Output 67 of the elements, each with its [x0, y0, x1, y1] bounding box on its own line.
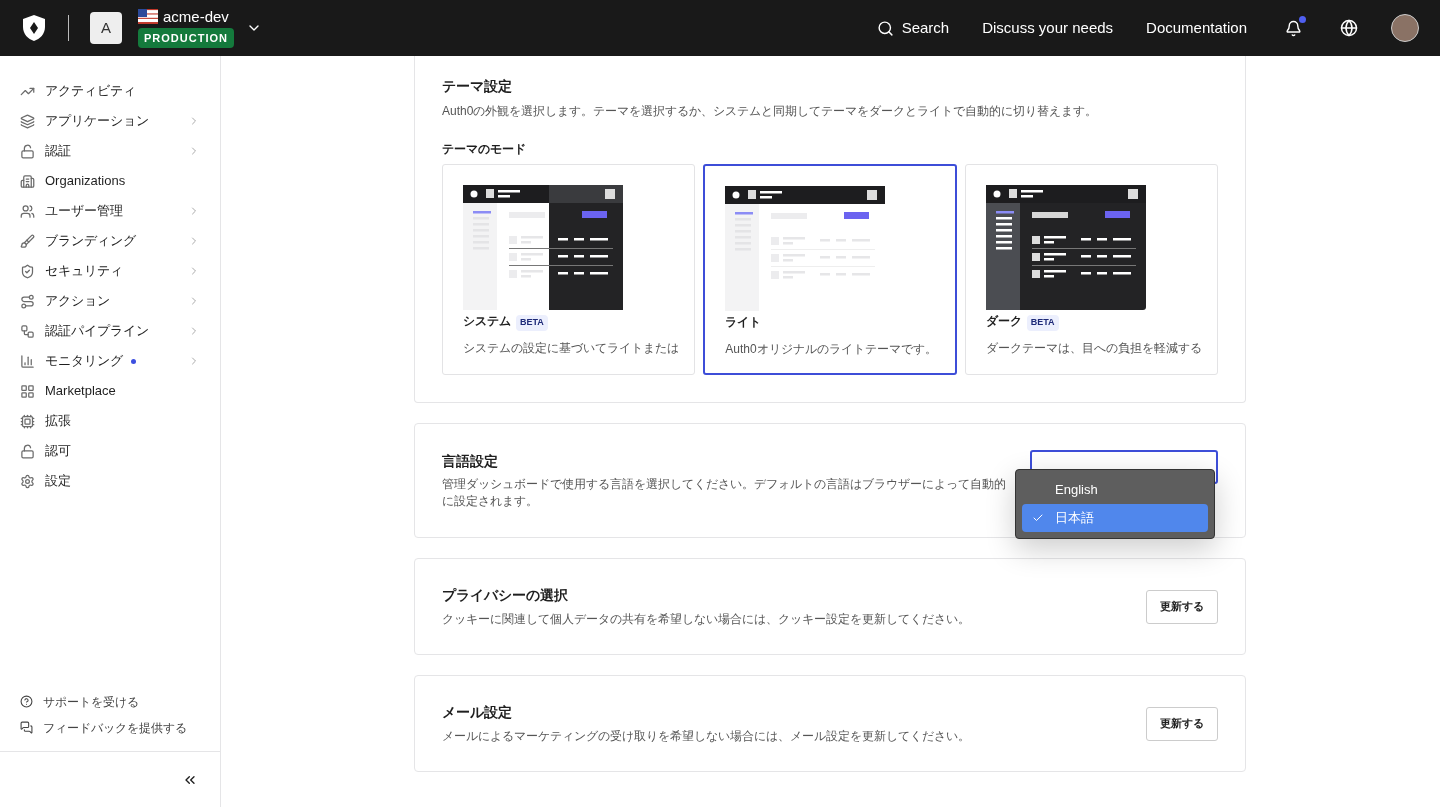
grid-icon	[20, 383, 35, 399]
settings-icon	[20, 473, 35, 489]
section-title: メール設定	[442, 703, 513, 722]
sidebar-footer-link[interactable]: フィードバックを提供する	[20, 718, 200, 737]
bar-chart-icon	[20, 353, 35, 369]
logo-icon	[21, 14, 47, 42]
padlock-icon	[20, 143, 35, 159]
section-description: Auth0の外観を選択します。テーマを選択するか、システムと同期してテーマをダークとライトで自動的に切り替えます。	[442, 103, 1099, 120]
field-label: テーマのモード	[442, 141, 527, 158]
sidebar-item[interactable]: ブランディング	[20, 226, 200, 256]
section-title: プライバシーの選択	[442, 586, 569, 605]
beta-badge: BETA	[1026, 315, 1059, 331]
update-button[interactable]: 更新する	[1146, 706, 1218, 741]
search-icon	[876, 19, 894, 37]
search-button[interactable]: Search	[876, 16, 950, 40]
section-title: 言語設定	[442, 452, 499, 471]
flag-icon	[138, 9, 158, 25]
language-option[interactable]: English	[1022, 476, 1208, 504]
sidebar-item[interactable]: 拡張	[20, 406, 200, 436]
building-icon	[20, 173, 35, 189]
sidebar-item[interactable]: 認証	[20, 136, 200, 166]
tenant-name: acme-dev	[163, 7, 229, 26]
sidebar-item[interactable]: 認可	[20, 436, 200, 466]
tenant-avatar: A	[90, 12, 122, 44]
theme-name: システム	[463, 313, 511, 330]
chip-icon	[20, 413, 35, 429]
theme-description: システムの設定に基づいてライトまたは	[463, 340, 680, 357]
sidebar-item[interactable]: アクティビティ	[20, 76, 200, 106]
environment-badge: PRODUCTION	[138, 27, 234, 49]
theme-description: ダークテーマは、目への負担を軽減する	[985, 340, 1203, 357]
sidebar-item[interactable]: ユーザー管理	[20, 196, 200, 226]
check-icon	[1032, 512, 1044, 524]
update-button[interactable]: 更新する	[1146, 589, 1218, 624]
sidebar-item[interactable]: モニタリング	[20, 346, 200, 376]
layers-icon	[20, 113, 35, 129]
beta-badge: BETA	[516, 315, 548, 331]
theme-description: Auth0オリジナルのライトテーマです。	[725, 341, 938, 358]
sidebar-item[interactable]: セキュリティ	[20, 256, 200, 286]
help-icon	[20, 695, 33, 708]
globe-icon	[1340, 19, 1358, 37]
chat-icon	[20, 721, 33, 734]
theme-name: ダーク	[985, 313, 1022, 330]
user-icon	[20, 203, 35, 219]
shield-icon	[20, 263, 35, 279]
sidebar-item[interactable]: アクション	[20, 286, 200, 316]
sidebar-item[interactable]: 設定	[20, 466, 200, 496]
theme-option-card[interactable]: ダーク BETA ダークテーマは、目への負担を軽減する	[964, 164, 1218, 375]
brush-icon	[20, 233, 35, 249]
sidebar-item[interactable]: Marketplace	[20, 376, 200, 406]
section-description: 管理ダッシュボードで使用する言語を選択してください。デフォルトの言語はブラウザーによって自動的に設定されます。	[442, 476, 1007, 510]
padlock-icon	[20, 443, 35, 459]
theme-name: ライト	[725, 314, 762, 331]
sidebar-footer-link[interactable]: サポートを受ける	[20, 692, 200, 711]
sidebar-item[interactable]: アプリケーション	[20, 106, 200, 136]
route-icon	[20, 293, 35, 309]
section-description: メールによるマーケティングの受け取りを希望しない場合には、メール設定を更新してください。	[442, 728, 970, 745]
header-link[interactable]: Discuss your needs	[982, 16, 1114, 40]
section-description: クッキーに関連して個人データの共有を希望しない場合には、クッキー設定を更新してください。	[442, 611, 970, 628]
bell-icon	[1285, 19, 1302, 37]
section-title: テーマ設定	[442, 77, 513, 96]
theme-option-card[interactable]: ライト Auth0オリジナルのライトテーマです。	[703, 164, 957, 375]
header-link[interactable]: Documentation	[1146, 16, 1247, 40]
sidebar-item[interactable]: Organizations	[20, 166, 200, 196]
pipeline-icon	[20, 323, 35, 339]
user-avatar[interactable]	[1391, 14, 1419, 42]
sidebar-item[interactable]: 認証パイプライン	[20, 316, 200, 346]
theme-option-card[interactable]: システム BETA システムの設定に基づいてライトまたは	[442, 164, 696, 375]
